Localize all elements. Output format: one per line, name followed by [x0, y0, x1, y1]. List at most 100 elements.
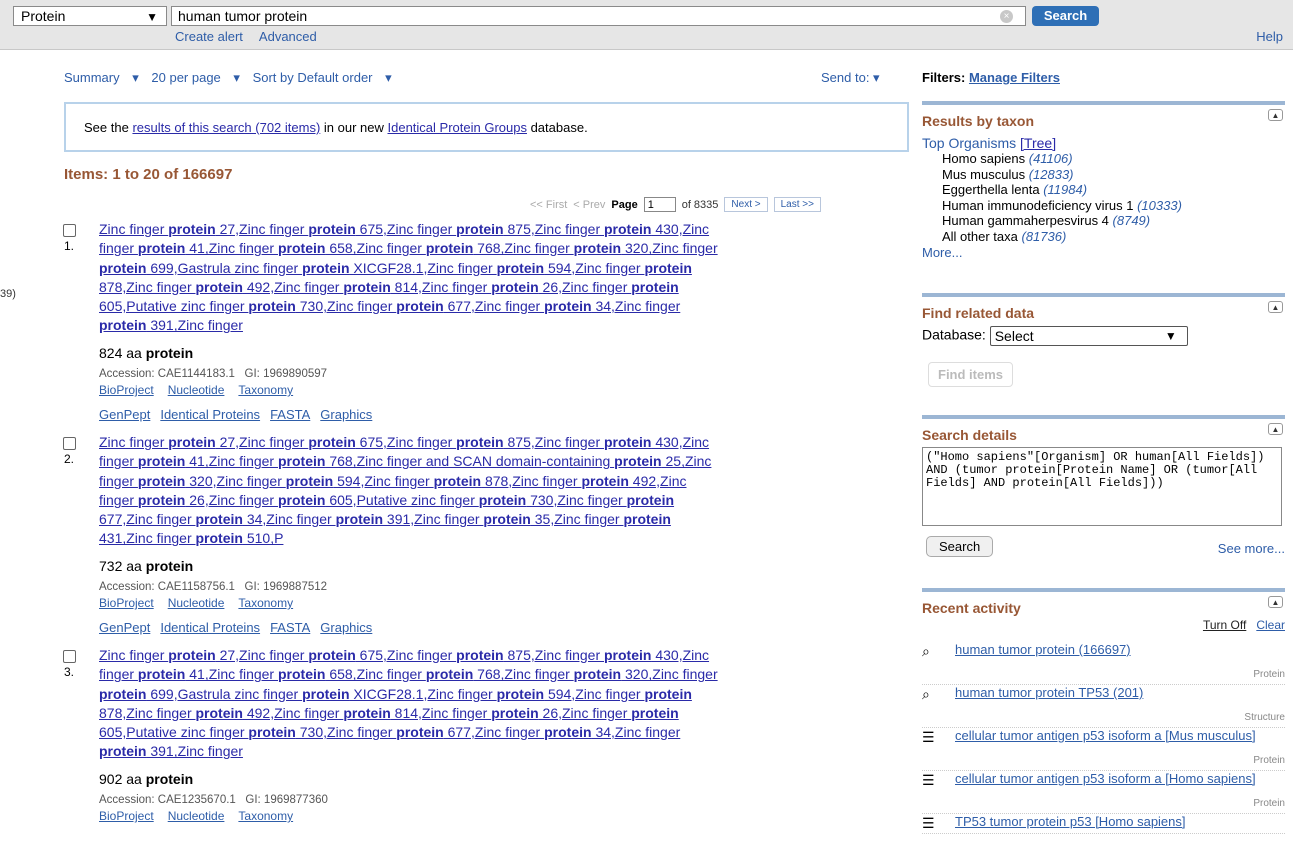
related-link[interactable]: BioProject: [99, 596, 154, 610]
clear-icon[interactable]: ×: [1000, 10, 1013, 23]
format-link[interactable]: Identical Proteins: [160, 407, 260, 422]
collapse-icon[interactable]: ▲: [1268, 109, 1283, 121]
format-link[interactable]: GenPept: [99, 620, 150, 635]
title-line[interactable]: protein 699,Gastrula zinc finger protein…: [99, 259, 911, 278]
collapse-icon[interactable]: ▲: [1268, 301, 1283, 313]
recent-activity-link[interactable]: human tumor protein (166697): [955, 642, 1131, 657]
panel-title: Find related data: [922, 305, 1035, 321]
organism-item[interactable]: All other taxa (81736): [942, 229, 1285, 245]
organism-item[interactable]: Homo sapiens (41106): [942, 151, 1285, 167]
format-link[interactable]: FASTA: [270, 407, 310, 422]
title-line[interactable]: finger protein 41,Zinc finger protein 65…: [99, 665, 911, 684]
result-title-link[interactable]: Zinc finger protein 27,Zinc finger prote…: [99, 220, 911, 336]
result-title-link[interactable]: Zinc finger protein 27,Zinc finger prote…: [99, 646, 911, 762]
prev-page-button[interactable]: < Prev: [573, 199, 605, 211]
related-database-select[interactable]: Select ▼: [989, 326, 1188, 346]
title-line[interactable]: finger protein 26,Zinc finger protein 60…: [99, 491, 911, 510]
title-line[interactable]: 431,Zinc finger protein 510,P: [99, 529, 911, 548]
title-line[interactable]: protein 391,Zinc finger: [99, 742, 911, 761]
search-input[interactable]: human tumor protein ×: [171, 6, 1026, 26]
more-organisms-link[interactable]: More...: [922, 245, 1285, 260]
title-line[interactable]: 878,Zinc finger protein 492,Zinc finger …: [99, 278, 911, 297]
result-item: 1. Zinc finger protein 27,Zinc finger pro…: [60, 220, 911, 422]
recent-activity-link[interactable]: human tumor protein TP53 (201): [955, 685, 1143, 700]
create-alert-link[interactable]: Create alert: [175, 29, 243, 44]
format-link[interactable]: FASTA: [270, 620, 310, 635]
tree-link[interactable]: [Tree]: [1020, 135, 1056, 151]
organism-name: All other taxa: [942, 228, 1018, 244]
database-select[interactable]: Protein ▼: [13, 6, 167, 26]
find-related-data-panel: Find related data ▲ Database: Select ▼ Fi…: [922, 293, 1285, 387]
next-page-button[interactable]: Next >: [724, 197, 768, 212]
search-options: Create alert Advanced: [175, 29, 333, 44]
recent-activity-item[interactable]: ⌕ human tumor protein TP53 (201) Structure: [922, 685, 1285, 728]
search-details-textarea[interactable]: ("Homo sapiens"[Organism] OR human[All F…: [922, 447, 1282, 526]
advanced-link[interactable]: Advanced: [259, 29, 317, 44]
result-checkbox[interactable]: [63, 650, 76, 663]
title-line[interactable]: protein 391,Zinc finger: [99, 316, 911, 335]
title-line[interactable]: finger protein 41,Zinc finger protein 76…: [99, 452, 911, 471]
organism-item[interactable]: Eggerthella lenta (11984): [942, 182, 1285, 198]
result-checkbox[interactable]: [63, 224, 76, 237]
sort-dropdown[interactable]: Sort by Default order ▾: [253, 70, 392, 85]
organism-name: Human gammaherpesvirus 4: [942, 213, 1109, 228]
find-items-button[interactable]: Find items: [928, 362, 1014, 387]
result-checkbox[interactable]: [63, 437, 76, 450]
ipg-results-link[interactable]: results of this search (702 items): [132, 120, 320, 135]
see-more-link[interactable]: See more...: [1218, 541, 1285, 556]
clear-link[interactable]: Clear: [1256, 618, 1285, 632]
last-page-button[interactable]: Last >>: [773, 197, 821, 212]
recent-activity-item[interactable]: ☰ cellular tumor antigen p53 isoform a [M…: [922, 728, 1285, 771]
search-button[interactable]: Search: [1032, 6, 1099, 26]
format-link[interactable]: GenPept: [99, 407, 150, 422]
recent-activity-link[interactable]: TP53 tumor protein p53 [Homo sapiens]: [955, 814, 1186, 829]
organism-count: (11984): [1043, 182, 1088, 197]
format-link[interactable]: Identical Proteins: [160, 620, 260, 635]
page-number-input[interactable]: [643, 197, 676, 212]
related-link[interactable]: Taxonomy: [238, 383, 293, 397]
organism-item[interactable]: Human immunodeficiency virus 1 (10333): [942, 198, 1285, 214]
recent-activity-link[interactable]: cellular tumor antigen p53 isoform a [Ho…: [955, 771, 1256, 786]
related-link[interactable]: Nucleotide: [168, 596, 225, 610]
turn-off-link[interactable]: Turn Off: [1203, 618, 1246, 632]
display-settings: Summary ▾ 20 per page ▾ Sort by Default …: [64, 70, 401, 86]
manage-filters-link[interactable]: Manage Filters: [969, 70, 1060, 85]
title-line[interactable]: Zinc finger protein 27,Zinc finger prote…: [99, 433, 911, 452]
format-link[interactable]: Graphics: [320, 620, 372, 635]
organism-item[interactable]: Mus musculus (12833): [942, 167, 1285, 183]
related-link[interactable]: Nucleotide: [168, 809, 225, 823]
first-page-button[interactable]: << First: [530, 199, 567, 211]
recent-activity-link[interactable]: cellular tumor antigen p53 isoform a [Mu…: [955, 728, 1256, 743]
format-link[interactable]: Graphics: [320, 407, 372, 422]
search-details-button[interactable]: Search: [926, 536, 994, 557]
title-line[interactable]: 605,Putative zinc finger protein 730,Zin…: [99, 723, 911, 742]
recent-activity-item[interactable]: ☰ cellular tumor antigen p53 isoform a [H…: [922, 771, 1285, 814]
organism-name: Human immunodeficiency virus 1: [942, 197, 1134, 213]
organism-item[interactable]: Human gammaherpesvirus 4 (8749): [942, 213, 1285, 229]
title-line[interactable]: 605,Putative zinc finger protein 730,Zin…: [99, 297, 911, 316]
title-line[interactable]: finger protein 320,Zinc finger protein 5…: [99, 472, 911, 491]
title-line[interactable]: protein 699,Gastrula zinc finger protein…: [99, 685, 911, 704]
format-dropdown[interactable]: Summary ▾: [64, 70, 139, 85]
title-line[interactable]: 677,Zinc finger protein 34,Zinc finger p…: [99, 510, 911, 529]
ipg-database-link[interactable]: Identical Protein Groups: [388, 120, 527, 135]
related-link[interactable]: Nucleotide: [168, 383, 225, 397]
related-link[interactable]: Taxonomy: [238, 809, 293, 823]
collapse-icon[interactable]: ▲: [1268, 596, 1283, 608]
collapse-icon[interactable]: ▲: [1268, 423, 1283, 435]
recent-activity-item[interactable]: ⌕ human tumor protein (166697) Protein: [922, 642, 1285, 685]
panel-title: Recent activity: [922, 600, 1021, 616]
related-link[interactable]: Taxonomy: [238, 596, 293, 610]
related-link[interactable]: BioProject: [99, 383, 154, 397]
title-line[interactable]: finger protein 41,Zinc finger protein 65…: [99, 239, 911, 258]
title-line[interactable]: Zinc finger protein 27,Zinc finger prote…: [99, 646, 911, 665]
title-line[interactable]: Zinc finger protein 27,Zinc finger prote…: [99, 220, 911, 239]
title-line[interactable]: 878,Zinc finger protein 492,Zinc finger …: [99, 704, 911, 723]
send-to-dropdown[interactable]: Send to: ▾: [821, 70, 880, 86]
per-page-dropdown[interactable]: 20 per page ▾: [151, 70, 240, 85]
related-link[interactable]: BioProject: [99, 809, 154, 823]
aa-type: protein: [145, 771, 194, 787]
recent-activity-item[interactable]: ☰ TP53 tumor protein p53 [Homo sapiens]: [922, 814, 1285, 834]
result-title-link[interactable]: Zinc finger protein 27,Zinc finger prote…: [99, 433, 911, 549]
help-link[interactable]: Help: [1256, 29, 1283, 44]
